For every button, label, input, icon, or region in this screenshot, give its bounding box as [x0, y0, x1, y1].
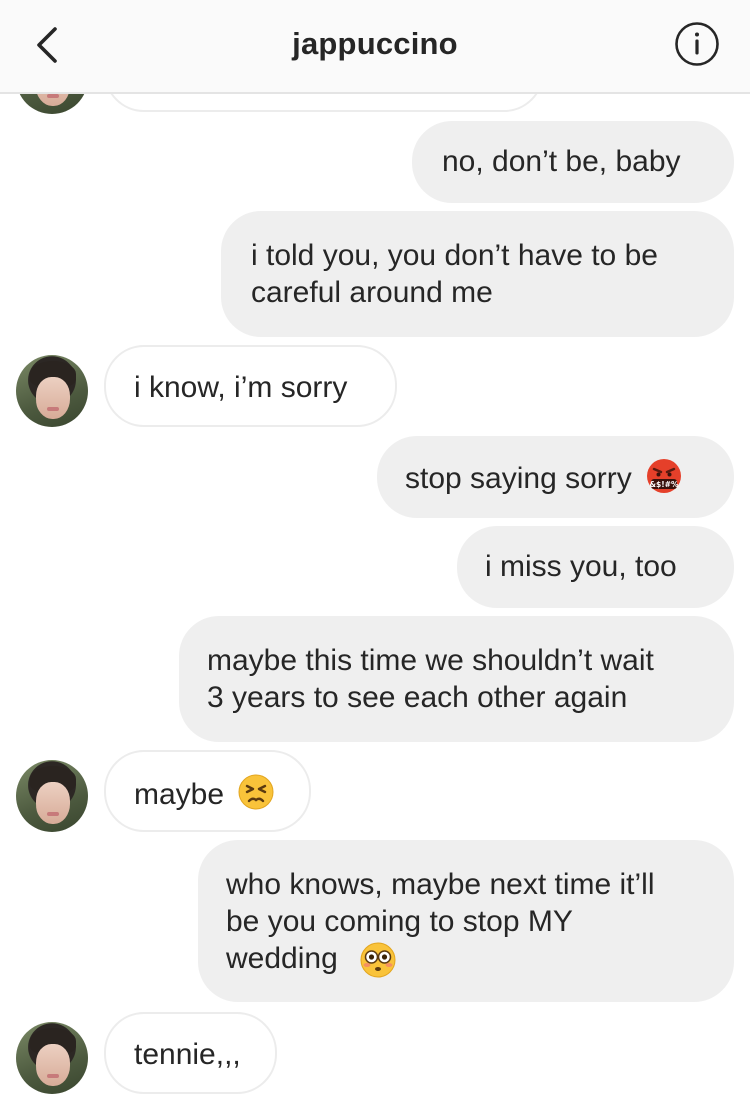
message-text: i know, i’m sorry — [134, 371, 348, 404]
outgoing-message-bubble[interactable]: stop saying sorry &$!#% — [377, 436, 734, 518]
svg-text:&$!#%: &$!#% — [650, 480, 679, 489]
outgoing-message-bubble[interactable]: who knows, maybe next time it’ll be you … — [198, 840, 734, 1002]
info-icon[interactable] — [674, 21, 720, 67]
message-text: maybe this time we shouldn’t wait 3 year… — [207, 644, 654, 714]
message-text: no, don’t be, baby — [442, 145, 681, 178]
message-text: who knows, maybe next time it’ll be you … — [226, 868, 655, 975]
message-text: maybe — [134, 778, 225, 811]
page-title[interactable]: jappuccino — [0, 26, 750, 62]
flushed-face-icon — [360, 942, 396, 978]
outgoing-message-bubble[interactable]: maybe this time we shouldn’t wait 3 year… — [179, 616, 734, 742]
avatar[interactable] — [16, 1022, 88, 1094]
message-thread[interactable]: no, don’t be, baby i told you, you don’t… — [0, 0, 750, 1098]
incoming-message-bubble[interactable]: maybe — [104, 750, 311, 832]
avatar[interactable] — [16, 760, 88, 832]
outgoing-message-bubble[interactable]: i told you, you don’t have to be careful… — [221, 211, 734, 337]
outgoing-message-bubble[interactable]: i miss you, too — [457, 526, 734, 608]
face-with-symbols-on-mouth-icon: &$!#% — [647, 459, 682, 493]
avatar[interactable] — [16, 355, 88, 427]
chat-header: jappuccino — [0, 0, 750, 94]
incoming-message-bubble[interactable]: i know, i’m sorry — [104, 345, 397, 427]
message-text: tennie,,, — [134, 1038, 241, 1071]
persevering-face-icon — [238, 774, 274, 810]
message-text: i told you, you don’t have to be careful… — [251, 239, 658, 309]
message-text: stop saying sorry — [405, 462, 632, 495]
incoming-message-bubble[interactable]: tennie,,, — [104, 1012, 277, 1094]
outgoing-message-bubble[interactable]: no, don’t be, baby — [412, 121, 734, 203]
message-text: i miss you, too — [485, 550, 677, 583]
